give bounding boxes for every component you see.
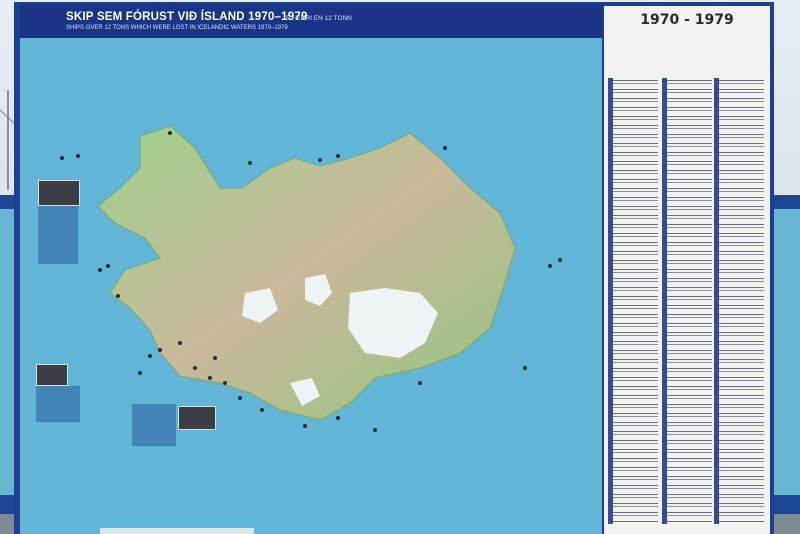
inset-photo-1 <box>38 180 80 206</box>
list-column-3 <box>714 78 764 524</box>
board-title: SKIP SEM FÓRUST VIÐ ÍSLAND 1970–1979 <box>66 11 308 23</box>
inset-photo-3 <box>178 406 216 430</box>
inset-caption-3 <box>132 404 176 446</box>
board-header: SKIP SEM FÓRUST VIÐ ÍSLAND 1970–1979 SHI… <box>20 4 602 38</box>
inset-caption-1 <box>38 206 78 264</box>
list-column-1 <box>608 78 658 524</box>
shipwreck-list <box>608 78 766 524</box>
board-subtitle: SHIPS OVER 12 TONS WHICH WERE LOST IN IC… <box>66 25 288 31</box>
iceland-map <box>20 38 602 534</box>
list-heading: 1970 - 1979 <box>640 12 734 28</box>
bottom-tab <box>100 528 254 534</box>
iceland-landmass <box>60 125 562 432</box>
list-column-2 <box>662 78 712 524</box>
inset-photo-2 <box>36 364 68 386</box>
information-board: SKIP SEM FÓRUST VIÐ ÍSLAND 1970–1979 SHI… <box>14 2 774 534</box>
size-note: STÆRRI EN 12 TONN <box>286 15 352 22</box>
inset-caption-2 <box>36 386 80 422</box>
shipwreck-list-panel: 1970 - 1979 <box>604 6 770 534</box>
